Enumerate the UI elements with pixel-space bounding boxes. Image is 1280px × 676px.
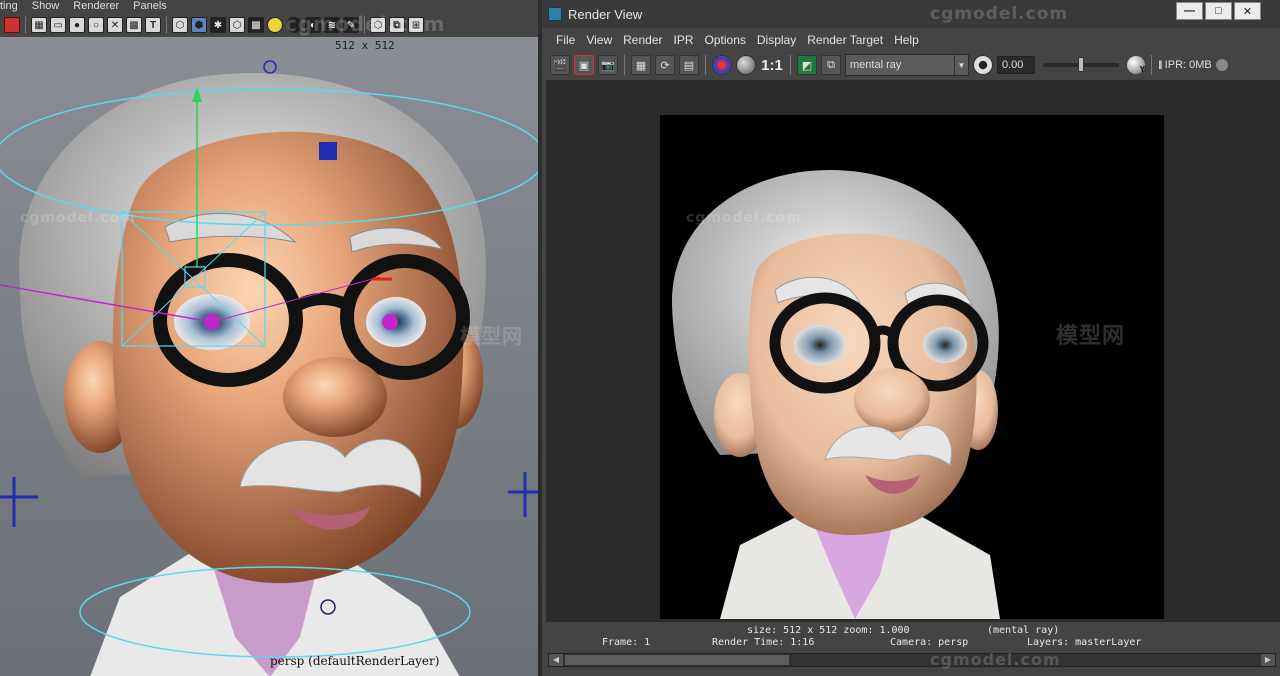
menu-bar: File View Render IPR Options Display Ren…: [542, 30, 1280, 50]
divider: [705, 55, 706, 75]
viewport-menu-renderer[interactable]: Renderer: [73, 0, 119, 13]
resolution-gate-icon[interactable]: ○: [88, 17, 104, 33]
viewport-menu-item[interactable]: ting: [0, 0, 18, 13]
watermark-brand: 模型网: [1056, 324, 1126, 349]
slider-handle[interactable]: [1078, 57, 1084, 72]
scroll-right-icon[interactable]: ▶: [1261, 654, 1275, 666]
camera-label: persp (defaultRenderLayer): [270, 654, 440, 668]
watermark: cgmodel.com: [930, 650, 1061, 669]
menu-display[interactable]: Display: [753, 33, 803, 47]
divider: [1151, 55, 1152, 75]
resolution-gate-label: 512 x 512: [335, 39, 395, 52]
all-lights-icon[interactable]: ▩: [248, 17, 264, 33]
default-light-icon[interactable]: ✱: [210, 17, 226, 33]
alpha-channel-icon[interactable]: [736, 55, 756, 75]
divider: [624, 55, 625, 75]
camera-icon[interactable]: ●: [69, 17, 85, 33]
move-handle: [319, 142, 337, 160]
keep-image-icon[interactable]: ◩: [797, 55, 817, 75]
menu-view[interactable]: View: [582, 33, 619, 47]
refresh-icon[interactable]: ⟳: [655, 55, 675, 75]
viewport-menubar: ting Show Renderer Panels: [0, 0, 538, 13]
chevron-down-icon: ▼: [954, 55, 968, 75]
frame-number: Frame: 1: [602, 637, 651, 648]
pause-ipr-button[interactable]: II: [1158, 58, 1162, 72]
menu-ipr[interactable]: IPR: [670, 33, 701, 47]
camera-name: Camera: persp: [890, 637, 969, 648]
checker-icon[interactable]: ▩: [126, 17, 142, 33]
renderer-dropdown-value: mental ray: [850, 59, 902, 71]
maximize-button[interactable]: □: [1205, 2, 1232, 20]
scroll-left-icon[interactable]: ◀: [549, 654, 563, 666]
horizontal-scrollbar[interactable]: ◀ ▶: [548, 653, 1276, 667]
eye-aim-target-right: [382, 314, 398, 330]
render-time: Render Time: 1:16: [712, 637, 815, 648]
render-view-window[interactable]: Render View — □ ✕ File View Render IPR O…: [538, 0, 1280, 676]
control-cross-left: [0, 477, 38, 527]
ipr-region-icon[interactable]: ▤: [679, 55, 699, 75]
ipr-memory-label: IPR: 0MB: [1164, 59, 1212, 71]
watermark: cgmodel.com: [930, 4, 1069, 24]
menu-render-target[interactable]: Render Target: [803, 33, 890, 47]
close-button[interactable]: ✕: [1234, 2, 1261, 20]
menu-help[interactable]: Help: [890, 33, 926, 47]
eye-aim-target-left: [204, 314, 220, 330]
viewport-menu-show[interactable]: Show: [32, 0, 60, 13]
ipr-status-icon: [1215, 59, 1228, 71]
divider: [166, 16, 167, 34]
gamma-icon[interactable]: Y: [1127, 56, 1145, 74]
rendered-image: [660, 115, 1164, 619]
texture-icon[interactable]: ✕: [107, 17, 123, 33]
textured-icon[interactable]: ⬡: [229, 17, 245, 33]
pivot-top: [263, 60, 277, 74]
rgb-channels-icon[interactable]: [712, 55, 732, 75]
real-size-button[interactable]: 1:1: [760, 55, 784, 75]
scroll-thumb[interactable]: [565, 655, 789, 665]
viewport-iconbar: ▦ ▭ ● ○ ✕ ▩ T ⬡ ⬢ ✱ ⬡ ▩ ◐ ≋ ✎ ⬡ ⧉ ⊞: [0, 13, 538, 37]
watermark-brand: 模型网: [460, 324, 523, 348]
smooth-shade-icon[interactable]: ⬢: [191, 17, 207, 33]
viewport-menu-panels[interactable]: Panels: [133, 0, 167, 13]
divider: [25, 16, 26, 34]
remove-image-icon[interactable]: ⧉: [821, 55, 841, 75]
window-title: Render View: [568, 6, 643, 22]
wireframe-icon[interactable]: ⬡: [172, 17, 188, 33]
viewport-scene[interactable]: [0, 37, 538, 676]
exposure-icon: [973, 55, 993, 75]
menu-render[interactable]: Render: [619, 33, 669, 47]
render-canvas[interactable]: cgmodel.com 模型网: [546, 80, 1280, 622]
menu-options[interactable]: Options: [701, 33, 753, 47]
divider: [790, 55, 791, 75]
title-bar[interactable]: Render View — □ ✕: [542, 0, 1280, 28]
image-size-zoom: size: 512 x 512 zoom: 1.000: [747, 625, 910, 636]
exposure-slider[interactable]: [1043, 57, 1119, 72]
light-bulb-icon[interactable]: [267, 17, 283, 33]
menu-file[interactable]: File: [552, 33, 582, 47]
render-region-icon[interactable]: ▣: [574, 55, 594, 75]
watermark: cgmodel.com: [686, 210, 802, 226]
render-status: size: 512 x 512 zoom: 1.000 (mental ray)…: [542, 624, 1280, 652]
renderer-dropdown[interactable]: mental ray ▼: [845, 54, 969, 76]
select-icon[interactable]: [4, 17, 20, 33]
maya-viewport[interactable]: ting Show Renderer Panels ▦ ▭ ● ○ ✕ ▩ T …: [0, 0, 538, 676]
redo-render-icon[interactable]: 🎬: [550, 55, 570, 75]
watermark: cgmodel.com: [285, 12, 446, 36]
exposure-field[interactable]: 0.00: [997, 56, 1035, 74]
grid-icon[interactable]: ▦: [31, 17, 47, 33]
gamma-label: Y: [1139, 65, 1145, 74]
renderer-name: (mental ray): [987, 625, 1060, 636]
control-cross-right: [508, 472, 538, 517]
rendered-character: [671, 170, 1000, 619]
minimize-button[interactable]: —: [1176, 2, 1203, 20]
watermark: cgmodel.com: [20, 210, 136, 226]
text-icon[interactable]: T: [145, 17, 161, 33]
layer-name: Layers: masterLayer: [1027, 637, 1142, 648]
snapshot-icon[interactable]: 📷: [598, 55, 618, 75]
render-toolbar: 🎬 ▣ 📷 ▦ ⟳ ▤ 1:1 ◩ ⧉ mental ray ▼ 0.00 Y …: [550, 52, 1276, 78]
maya-app-icon: [548, 7, 562, 21]
ipr-render-icon[interactable]: ▦: [631, 55, 651, 75]
film-gate-icon[interactable]: ▭: [50, 17, 66, 33]
nose: [283, 357, 387, 437]
